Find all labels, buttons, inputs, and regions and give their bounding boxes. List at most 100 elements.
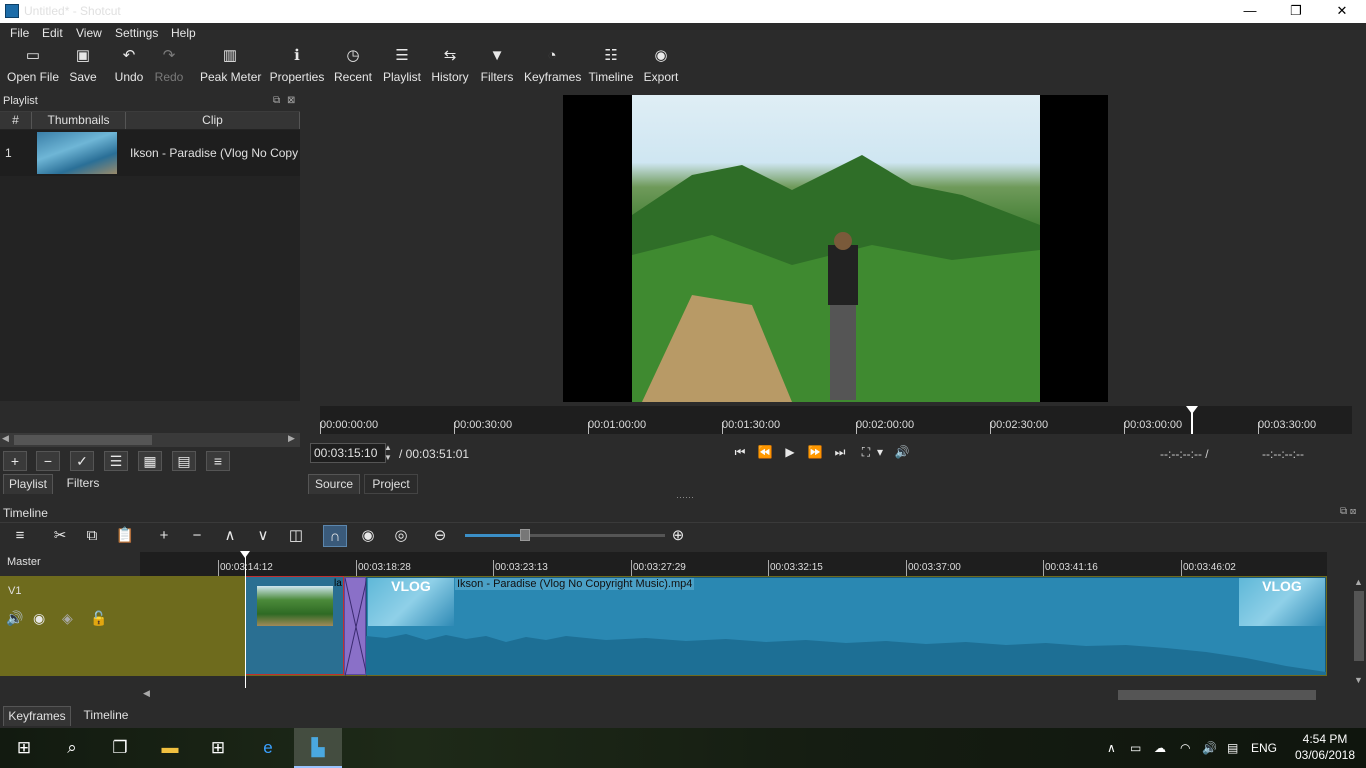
playlist-row[interactable]: 1 Ikson - Paradise (Vlog No Copyr bbox=[0, 130, 300, 176]
taskbar-clock[interactable]: 4:54 PM 03/06/2018 bbox=[1290, 731, 1360, 763]
playlist-button[interactable]: ☰ Playlist bbox=[380, 43, 424, 90]
menu-edit[interactable]: Edit bbox=[42, 26, 63, 40]
menu-view[interactable]: View bbox=[76, 26, 102, 40]
timeline-tick-label: 00:03:37:00 bbox=[908, 562, 961, 573]
overwrite-icon[interactable]: ∨ bbox=[251, 525, 275, 547]
chevron-down-icon[interactable]: ▾ bbox=[873, 444, 887, 460]
tab-timeline[interactable]: Timeline bbox=[76, 706, 136, 726]
export-button[interactable]: ◉ Export bbox=[641, 43, 681, 90]
maximize-button[interactable]: ❐ bbox=[1273, 0, 1319, 23]
copy-icon[interactable]: ⧉ bbox=[80, 525, 104, 547]
snap-magnet-icon[interactable]: ∩ bbox=[323, 525, 347, 547]
open-file-button[interactable]: ▭ Open File bbox=[4, 43, 62, 90]
cloud-sync-icon[interactable]: ☁ bbox=[1154, 741, 1166, 755]
tab-project[interactable]: Project bbox=[364, 474, 418, 494]
playlist-remove-button[interactable]: − bbox=[36, 451, 60, 471]
tab-source[interactable]: Source bbox=[308, 474, 360, 494]
volume-icon[interactable]: 🔊 bbox=[892, 444, 912, 460]
playlist-horizontal-scrollbar[interactable]: ◀ ▶ bbox=[0, 433, 300, 447]
playlist-update-button[interactable]: ✓ bbox=[70, 451, 94, 471]
timeline-button[interactable]: ☷ Timeline bbox=[588, 43, 634, 90]
close-panel-icon[interactable]: ⊠ bbox=[287, 95, 295, 106]
peak-meter-button[interactable]: ▥ Peak Meter bbox=[200, 43, 261, 90]
column-header-thumbnails[interactable]: Thumbnails bbox=[32, 112, 126, 129]
scroll-left-icon[interactable]: ◀ bbox=[2, 433, 9, 444]
play-icon[interactable]: ▶ bbox=[780, 444, 800, 460]
menu-file[interactable]: File bbox=[10, 26, 29, 40]
remove-icon[interactable]: − bbox=[185, 525, 209, 547]
skip-previous-icon[interactable]: ⏮ bbox=[730, 444, 750, 460]
scroll-left-icon[interactable]: ◀ bbox=[143, 688, 150, 699]
close-button[interactable]: ✕ bbox=[1319, 0, 1365, 23]
timeline-menu-icon[interactable]: ≡ bbox=[8, 525, 32, 547]
split-icon[interactable]: ◫ bbox=[284, 525, 308, 547]
undock-icon[interactable]: ⧉ bbox=[273, 95, 280, 106]
redo-button[interactable]: ↷ Redo bbox=[150, 43, 188, 90]
fast-forward-icon[interactable]: ⏩ bbox=[805, 444, 825, 460]
save-button[interactable]: ▣ Save bbox=[64, 43, 102, 90]
language-indicator[interactable]: ENG bbox=[1251, 741, 1277, 755]
shotcut-taskbar-icon[interactable]: ▙ bbox=[294, 728, 342, 768]
store-icon[interactable]: ⊞ bbox=[194, 728, 242, 768]
position-timecode-field[interactable]: 00:03:15:10 bbox=[310, 443, 386, 463]
scroll-right-icon[interactable]: ▶ bbox=[288, 433, 295, 444]
position-spinner[interactable]: ▲ ▼ bbox=[382, 443, 394, 463]
history-button[interactable]: ⇆ History bbox=[429, 43, 471, 90]
filters-button[interactable]: ▼ Filters bbox=[478, 43, 516, 90]
zoom-slider-handle[interactable] bbox=[520, 529, 530, 541]
scrollbar-thumb[interactable] bbox=[1354, 591, 1364, 661]
playlist-menu-button[interactable]: ≡ bbox=[206, 451, 230, 471]
playlist-tiles-view-button[interactable]: ▦ bbox=[138, 451, 162, 471]
playlist-add-button[interactable]: + bbox=[3, 451, 27, 471]
battery-icon[interactable]: ▭ bbox=[1130, 741, 1141, 755]
composite-layers-icon[interactable]: ◈ bbox=[62, 610, 73, 627]
scrollbar-thumb[interactable] bbox=[14, 435, 152, 445]
timeline-ruler[interactable] bbox=[140, 552, 1327, 576]
file-explorer-icon[interactable]: ▬ bbox=[146, 728, 194, 768]
column-header-clip[interactable]: Clip bbox=[126, 112, 300, 129]
menu-help[interactable]: Help bbox=[171, 26, 196, 40]
volume-icon[interactable]: 🔊 bbox=[1202, 741, 1217, 755]
playlist-details-view-button[interactable]: ☰ bbox=[104, 451, 128, 471]
scrub-eye-icon[interactable]: ◉ bbox=[356, 525, 380, 547]
tab-playlist[interactable]: Playlist bbox=[3, 474, 53, 494]
rewind-icon[interactable]: ⏪ bbox=[755, 444, 775, 460]
lock-icon[interactable]: 🔓 bbox=[90, 610, 107, 627]
zoom-in-icon[interactable]: ⊕ bbox=[666, 525, 690, 547]
ripple-icon[interactable]: ◎ bbox=[389, 525, 413, 547]
skip-next-icon[interactable]: ⏭ bbox=[830, 444, 850, 460]
wifi-icon[interactable]: ◠ bbox=[1180, 741, 1190, 755]
timeline-playhead-handle[interactable] bbox=[240, 551, 250, 558]
chevron-up-icon[interactable]: ∧ bbox=[1107, 741, 1116, 755]
action-center-icon[interactable]: ▤ bbox=[1227, 741, 1238, 755]
splitter-handle[interactable]: ······ bbox=[676, 492, 694, 502]
minimize-button[interactable]: — bbox=[1227, 0, 1273, 23]
scrollbar-thumb[interactable] bbox=[1118, 690, 1316, 700]
append-icon[interactable]: + bbox=[152, 525, 176, 547]
paste-icon[interactable]: 📋 bbox=[113, 525, 137, 547]
hide-eye-icon[interactable]: ◉ bbox=[33, 610, 45, 627]
scroll-down-icon[interactable]: ▼ bbox=[1354, 675, 1363, 685]
tab-filters[interactable]: Filters bbox=[58, 474, 108, 494]
mute-speaker-icon[interactable]: 🔊 bbox=[6, 610, 23, 627]
edge-browser-icon[interactable]: e bbox=[244, 728, 292, 768]
menu-settings[interactable]: Settings bbox=[115, 26, 158, 40]
keyframes-button[interactable]: ◔ Keyframes bbox=[524, 43, 581, 90]
transition-block[interactable] bbox=[344, 577, 368, 677]
search-icon[interactable]: ⌕ bbox=[48, 728, 96, 768]
properties-button[interactable]: ℹ Properties bbox=[268, 43, 326, 90]
tab-keyframes[interactable]: Keyframes bbox=[3, 706, 71, 726]
timeline-dock-icons[interactable]: ⧉ ⊠ bbox=[1340, 506, 1356, 517]
timeline-playhead[interactable] bbox=[245, 552, 246, 688]
column-header-number[interactable]: # bbox=[0, 112, 32, 129]
timeline-vertical-scrollbar[interactable]: ▲ ▼ bbox=[1352, 577, 1366, 687]
recent-button[interactable]: ◷ Recent bbox=[332, 43, 374, 90]
task-view-icon[interactable]: ❐ bbox=[96, 728, 144, 768]
windows-start-icon[interactable]: ⊞ bbox=[0, 728, 48, 768]
lift-icon[interactable]: ∧ bbox=[218, 525, 242, 547]
zoom-out-icon[interactable]: ⊖ bbox=[428, 525, 452, 547]
playlist-icons-view-button[interactable]: ▤ bbox=[172, 451, 196, 471]
cut-icon[interactable]: ✂ bbox=[48, 525, 72, 547]
undo-button[interactable]: ↶ Undo bbox=[110, 43, 148, 90]
scroll-up-icon[interactable]: ▲ bbox=[1354, 577, 1363, 587]
